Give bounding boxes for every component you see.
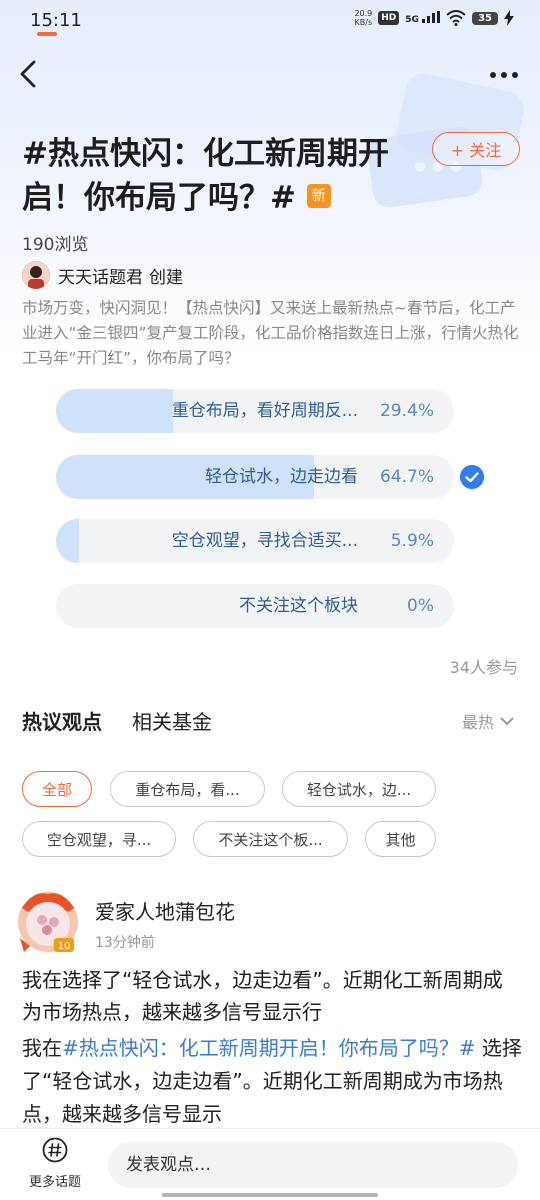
hd-icon: HD (378, 11, 400, 25)
filter-chip[interactable]: 不关注这个板... (193, 821, 348, 857)
hashtag-icon (42, 1137, 68, 1163)
bottom-bar: 更多话题 发表观点… (0, 1128, 540, 1200)
network-speed: 20.9 KB/s (354, 9, 372, 27)
post-topic-link[interactable]: #热点快闪：化工新周期开启！你布局了吗？# (62, 1036, 476, 1060)
signal-5g-label: 5G (405, 15, 419, 25)
poll-option-percent: 5.9% (390, 531, 434, 551)
poll-option-label: 空仓观望，寻找合适买... (171, 531, 358, 551)
poll-option[interactable]: 轻仓试水，边走边看 64.7% (56, 455, 454, 499)
filter-chip[interactable]: 重仓布局，看... (110, 771, 265, 807)
poll-option-label: 轻仓试水，边走边看 (205, 467, 358, 487)
svg-text:10: 10 (58, 941, 71, 952)
network-speed-unit: KB/s (354, 18, 373, 27)
network-speed-value: 20.9 (354, 9, 373, 18)
post-timestamp: 13分钟前 (95, 935, 155, 951)
participant-count: 34人参与 (449, 658, 518, 677)
post-body[interactable]: 我在#热点快闪：化工新周期开启！你布局了吗？# 选择了“轻仓试水，边走边看”。近… (22, 1032, 522, 1131)
view-count: 190浏览 (22, 235, 89, 255)
content-tabs: 热议观点 相关基金 (22, 706, 212, 735)
tab-related-funds[interactable]: 相关基金 (132, 706, 212, 735)
poll-option[interactable]: 空仓观望，寻找合适买... 5.9% (56, 519, 454, 563)
poll-option[interactable]: 不关注这个板块 0% (56, 584, 454, 628)
status-icons: 20.9 KB/s HD 5G 35 (354, 9, 514, 27)
poll-option-label: 不关注这个板块 (239, 596, 358, 616)
home-indicator[interactable] (162, 1193, 378, 1197)
follow-button[interactable]: + 关注 (432, 132, 520, 166)
sort-dropdown[interactable]: 最热 (462, 709, 514, 733)
topic-description: 市场万变，快闪洞见！【热点快闪】又来送上最新热点~春节后，化工产业进入“金三银四… (22, 299, 519, 367)
poll-option-percent: 64.7% (379, 467, 434, 487)
filter-chip[interactable]: 空仓观望，寻... (22, 821, 176, 857)
post-headline[interactable]: 我在选择了“轻仓试水，边走边看”。近期化工新周期成为市场热点，越来越多信号显示行 (22, 964, 522, 1028)
selected-check-icon (460, 465, 484, 489)
poll-option-percent: 0% (407, 596, 434, 616)
poll-option-label: 重仓布局，看好周期反... (171, 401, 358, 421)
filter-chip-other[interactable]: 其他 (365, 821, 436, 857)
tab-hot-opinions[interactable]: 热议观点 (22, 706, 102, 735)
new-badge: 新 (306, 184, 331, 208)
charging-icon (504, 10, 514, 26)
more-topics-label: 更多话题 (28, 1175, 81, 1190)
page-title: #热点快闪：化工新周期开启！你布局了吗？# 新 (22, 132, 422, 220)
page-title-text: #热点快闪：化工新周期开启！你布局了吗？# (22, 136, 389, 216)
comment-input[interactable]: 发表观点… (108, 1142, 518, 1188)
creator-avatar[interactable] (22, 261, 50, 289)
post-author-avatar[interactable]: 10 (14, 888, 82, 956)
status-bar: 15:11 20.9 KB/s HD 5G 35 (0, 0, 540, 42)
creator-name[interactable]: 天天话题君 (58, 263, 143, 288)
creator-row[interactable]: 天天话题君 创建 (22, 260, 183, 290)
poll-option[interactable]: 重仓布局，看好周期反... 29.4% (56, 389, 454, 433)
chevron-down-icon (500, 717, 514, 726)
more-options-icon[interactable] (484, 60, 524, 90)
post-body-prefix: 我在 (22, 1036, 62, 1060)
creator-action: 创建 (149, 267, 183, 288)
post-author-name[interactable]: 爱家人地蒲包花 (95, 896, 235, 925)
back-arrow-icon[interactable] (14, 58, 46, 90)
filter-chip[interactable]: 轻仓试水，边... (282, 771, 436, 807)
wifi-icon (446, 10, 466, 26)
signal-5g-icon: 5G (405, 11, 441, 25)
poll-option-percent: 29.4% (379, 401, 434, 421)
battery-icon: 35 (472, 11, 498, 25)
filter-chip-all[interactable]: 全部 (22, 771, 92, 807)
status-time: 15:11 (30, 10, 82, 31)
more-topics-button[interactable]: 更多话题 (20, 1137, 90, 1190)
sort-label: 最热 (461, 713, 494, 732)
